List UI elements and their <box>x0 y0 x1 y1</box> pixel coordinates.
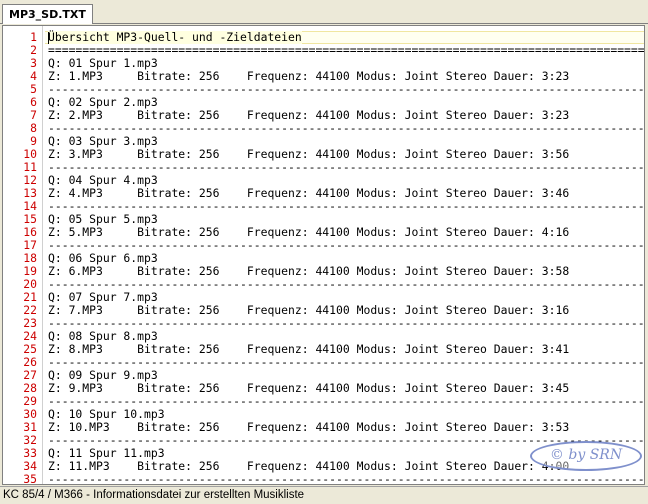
tab-bar: MP3_SD.TXT <box>0 0 648 24</box>
text-caret <box>48 32 49 44</box>
tab-file[interactable]: MP3_SD.TXT <box>2 4 93 24</box>
line-text[interactable]: ----------------------------------------… <box>48 473 644 485</box>
line-number: 35 <box>23 472 37 485</box>
editor-line[interactable]: 35 --------------------------------------… <box>3 473 644 485</box>
status-bar: KC 85/4 / M366 - Informationsdatei zur e… <box>0 486 648 504</box>
text-editor[interactable]: 1 Übersicht MP3-Quell- und -Zieldateien 2 =… <box>2 25 645 485</box>
copyright-watermark: © by SRN <box>530 441 642 471</box>
